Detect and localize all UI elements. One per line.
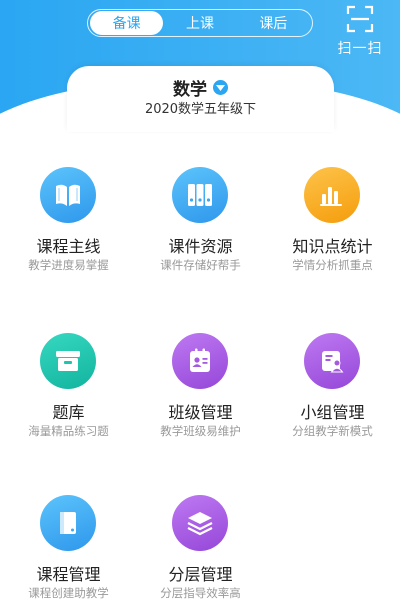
- menu-item-courseware[interactable]: 课件资源 课件存储好帮手: [134, 167, 267, 287]
- menu-item-title: 分层管理: [168, 565, 233, 584]
- tab-after-class[interactable]: 课后: [237, 11, 310, 35]
- menu-item-course-mainline[interactable]: 课程主线 教学进度易掌握: [2, 167, 135, 287]
- menu-item-desc: 分组教学新模式: [292, 424, 373, 438]
- tab-prepare[interactable]: 备课: [90, 11, 164, 35]
- archive-box-icon: [40, 333, 96, 389]
- teaching-home-screen: 备课 上课 课后 扫一扫 数学 2020数学五年级下 课程主线 教学进度易掌握 …: [0, 0, 400, 614]
- menu-item-title: 小组管理: [300, 403, 365, 422]
- menu-item-desc: 学情分析抓重点: [292, 258, 373, 272]
- book-icon: [40, 167, 96, 223]
- layers-icon: [172, 495, 228, 551]
- menu-item-tier-management[interactable]: 分层管理 分层指导效率高: [134, 495, 267, 614]
- grade-label: 2020数学五年级下: [144, 102, 257, 117]
- menu-item-knowledge-stats[interactable]: 知识点统计 学情分析抓重点: [266, 167, 399, 287]
- menu-item-title: 课程管理: [36, 565, 101, 584]
- menu-item-class-management[interactable]: 班级管理 教学班级易维护: [134, 333, 267, 453]
- chevron-down-icon: [213, 80, 228, 95]
- group-card-icon: [304, 333, 360, 389]
- notebook-icon: [40, 495, 96, 551]
- menu-item-title: 题库: [52, 403, 85, 422]
- menu-item-course-management[interactable]: 课程管理 课程创建助教学: [2, 495, 135, 614]
- class-card-icon: [172, 333, 228, 389]
- menu-item-desc: 海量精品练习题: [28, 424, 109, 438]
- scan-icon: [346, 5, 374, 33]
- menu-item-desc: 课程创建助教学: [28, 586, 109, 600]
- menu-item-desc: 教学进度易掌握: [28, 258, 109, 272]
- subject-selector[interactable]: 数学: [67, 75, 334, 100]
- tab-in-class[interactable]: 上课: [163, 11, 236, 35]
- menu-item-desc: 分层指导效率高: [160, 586, 241, 600]
- scan-button[interactable]: 扫一扫: [330, 2, 390, 58]
- bar-chart-icon: [304, 167, 360, 223]
- scan-label: 扫一扫: [337, 41, 383, 57]
- menu-item-title: 班级管理: [168, 403, 233, 422]
- menu-item-desc: 教学班级易维护: [160, 424, 241, 438]
- mode-tabs: 备课 上课 课后: [87, 9, 313, 37]
- menu-item-desc: 课件存储好帮手: [160, 258, 241, 272]
- menu-item-group-management[interactable]: 小组管理 分组教学新模式: [266, 333, 399, 453]
- menu-item-title: 课程主线: [36, 237, 101, 256]
- menu-item-title: 课件资源: [168, 237, 233, 256]
- menu-item-title: 知识点统计: [292, 237, 373, 256]
- menu-item-question-bank[interactable]: 题库 海量精品练习题: [2, 333, 135, 453]
- subject-card: 数学 2020数学五年级下: [67, 66, 334, 132]
- binders-icon: [172, 167, 228, 223]
- subject-name: 数学: [173, 80, 207, 100]
